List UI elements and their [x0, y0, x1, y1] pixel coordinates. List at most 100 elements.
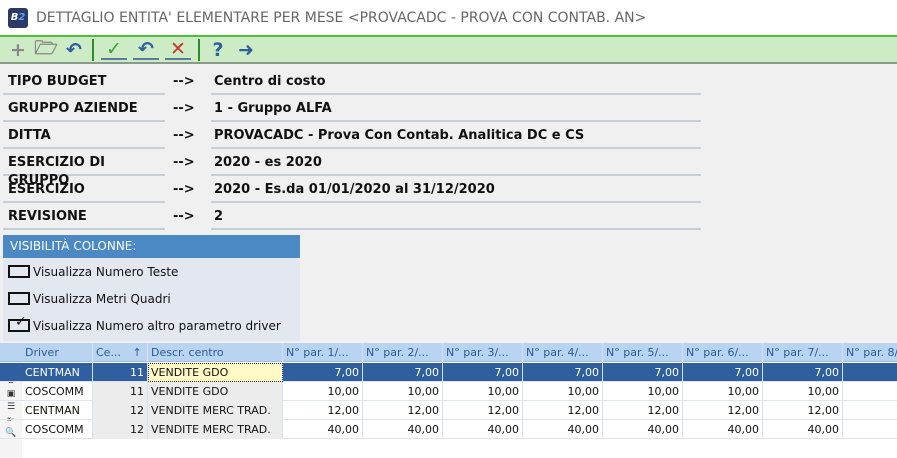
table-cell[interactable]: 40,00	[443, 420, 523, 439]
table-cell[interactable]: 10,00	[523, 382, 603, 401]
column-header[interactable]: N° par. 5/...	[603, 343, 683, 362]
cancel-icon: ✕	[170, 37, 186, 60]
table-cell[interactable]: 10,00	[763, 382, 843, 401]
table-cell[interactable]: 12,00	[683, 401, 763, 420]
column-header[interactable]: N° par. 6/...	[683, 343, 763, 362]
table-cell[interactable]: 7,00	[443, 363, 523, 382]
table-cell[interactable]: 7,00	[523, 363, 603, 382]
add-button[interactable]: +	[4, 38, 32, 62]
revert-button[interactable]: ↶	[133, 38, 159, 60]
visibility-checkbox[interactable]: Visualizza Numero Teste	[3, 258, 300, 285]
table-cell[interactable]	[843, 401, 897, 420]
table-cell[interactable]: 10,00	[683, 382, 763, 401]
column-header[interactable]: N° par. 8/...	[843, 343, 897, 362]
field-value: 2	[211, 208, 701, 230]
field-row: REVISIONE --> 2	[0, 205, 710, 232]
confirm-icon: ✓	[106, 37, 122, 60]
table-cell[interactable]: COSCOMM	[22, 382, 93, 401]
column-header[interactable]: N° par. 2/...	[363, 343, 443, 362]
table-row[interactable]: COSCOMM 11 VENDITE GDO 10,00 10,00 10,00 10,00…	[0, 382, 897, 401]
table-cell[interactable]: 12,00	[443, 401, 523, 420]
column-header[interactable]: N° par. 4/...	[523, 343, 603, 362]
table-cell[interactable]: 40,00	[523, 420, 603, 439]
column-header[interactable]: N° par. 7/...	[763, 343, 843, 362]
checkbox-box[interactable]	[8, 292, 30, 305]
column-header[interactable]: Descr. centro	[148, 343, 283, 362]
column-header-label: Driver	[25, 346, 59, 359]
column-header-label: N° par. 8/...	[846, 346, 897, 359]
table-cell[interactable]: 12,00	[763, 401, 843, 420]
table-cell[interactable]: 7,00	[683, 363, 763, 382]
table-row[interactable]: COSCOMM 12 VENDITE MERC TRAD. 40,00 40,00 40,…	[0, 420, 897, 439]
table-cell[interactable]: 40,00	[603, 420, 683, 439]
table-cell[interactable]: CENTMAN	[22, 363, 93, 382]
table-cell[interactable]: 40,00	[283, 420, 363, 439]
checkbox-label: Visualizza Numero altro parametro driver	[33, 318, 281, 333]
column-header-label: N° par. 3/...	[446, 346, 509, 359]
table-row[interactable]: CENTMAN 12 VENDITE MERC TRAD. 12,00 12,00 12,…	[0, 401, 897, 420]
cancel-button[interactable]: ✕	[165, 37, 191, 60]
table-cell[interactable]: 10,00	[363, 382, 443, 401]
field-value: Centro di costo	[211, 73, 701, 95]
field-row: ESERCIZIO --> 2020 - Es.da 01/01/2020 al 3…	[0, 178, 710, 205]
table-cell[interactable]: 40,00	[763, 420, 843, 439]
table-cell[interactable]: 11	[93, 382, 148, 401]
table-cell[interactable]: 7,00	[363, 363, 443, 382]
undo-button[interactable]: ↶	[60, 38, 88, 62]
field-value: 2020 - Es.da 01/01/2020 al 31/12/2020	[211, 181, 701, 203]
open-folder-icon: 🗁	[34, 36, 58, 59]
table-cell[interactable]: 11	[93, 363, 148, 382]
toolbar-separator	[92, 38, 94, 61]
table-cell[interactable]: VENDITE GDO	[148, 382, 283, 401]
table-row[interactable]: CENTMAN 11 VENDITE GDO 7,00 7,00 7,00 7,00 7,00…	[0, 363, 897, 382]
exit-button[interactable]: ➜	[232, 38, 260, 62]
table-cell[interactable]: VENDITE MERC TRAD.	[148, 420, 283, 439]
column-header[interactable]: N° par. 1/...	[283, 343, 363, 362]
column-header-label: N° par. 6/...	[686, 346, 749, 359]
sort-ascending-icon: ↑	[132, 346, 142, 359]
checkbox-box[interactable]	[8, 265, 30, 278]
column-visibility-title: VISIBILITÀ COLONNE:	[3, 235, 300, 258]
table-cell[interactable]: CENTMAN	[22, 401, 93, 420]
table-cell[interactable]: 40,00	[363, 420, 443, 439]
table-cell[interactable]	[843, 382, 897, 401]
help-button[interactable]: ?	[204, 38, 232, 62]
toolbar-separator	[198, 38, 200, 61]
table-cell[interactable]: 12,00	[523, 401, 603, 420]
table-cell[interactable]: 12	[93, 401, 148, 420]
confirm-button[interactable]: ✓	[101, 37, 127, 60]
table-cell[interactable]: 7,00	[763, 363, 843, 382]
column-header-label: N° par. 2/...	[366, 346, 429, 359]
table-cell[interactable]	[843, 363, 897, 382]
checkbox-box[interactable]: ✓	[8, 315, 30, 332]
table-cell[interactable]: 40,00	[683, 420, 763, 439]
table-cell[interactable]: 12	[93, 420, 148, 439]
field-arrow: -->	[173, 209, 195, 224]
field-arrow: -->	[173, 101, 195, 116]
field-label: ESERCIZIO	[3, 181, 165, 203]
table-cell[interactable]: 10,00	[603, 382, 683, 401]
visibility-checkbox[interactable]: ✓ Visualizza Numero altro parametro drive…	[3, 312, 300, 339]
table-cell[interactable]: 12,00	[283, 401, 363, 420]
table-cell[interactable]: VENDITE MERC TRAD.	[148, 401, 283, 420]
column-header[interactable]: Ce... ↑	[93, 343, 148, 362]
table-cell[interactable]: 10,00	[283, 382, 363, 401]
app-logo-icon: B2	[8, 7, 28, 28]
undo-icon: ↶	[66, 38, 82, 61]
table-cell[interactable]: COSCOMM	[22, 420, 93, 439]
field-label: TIPO BUDGET	[3, 73, 165, 95]
table-cell[interactable]: 12,00	[363, 401, 443, 420]
table-cell[interactable]: 10,00	[443, 382, 523, 401]
column-header[interactable]: Driver	[22, 343, 93, 362]
table-cell[interactable]: VENDITE GDO	[148, 363, 283, 382]
visibility-checkbox[interactable]: Visualizza Metri Quadri	[3, 285, 300, 312]
table-cell[interactable]: 12,00	[603, 401, 683, 420]
field-label: DITTA	[3, 127, 165, 149]
table-cell[interactable]	[843, 420, 897, 439]
data-grid: Driver Ce... ↑ Descr. centro N° par. 1/... N…	[0, 343, 897, 458]
help-icon: ?	[212, 38, 224, 61]
column-header[interactable]: N° par. 3/...	[443, 343, 523, 362]
table-cell[interactable]: 7,00	[603, 363, 683, 382]
table-cell[interactable]: 7,00	[283, 363, 363, 382]
open-folder-button[interactable]: 🗁	[32, 37, 60, 62]
